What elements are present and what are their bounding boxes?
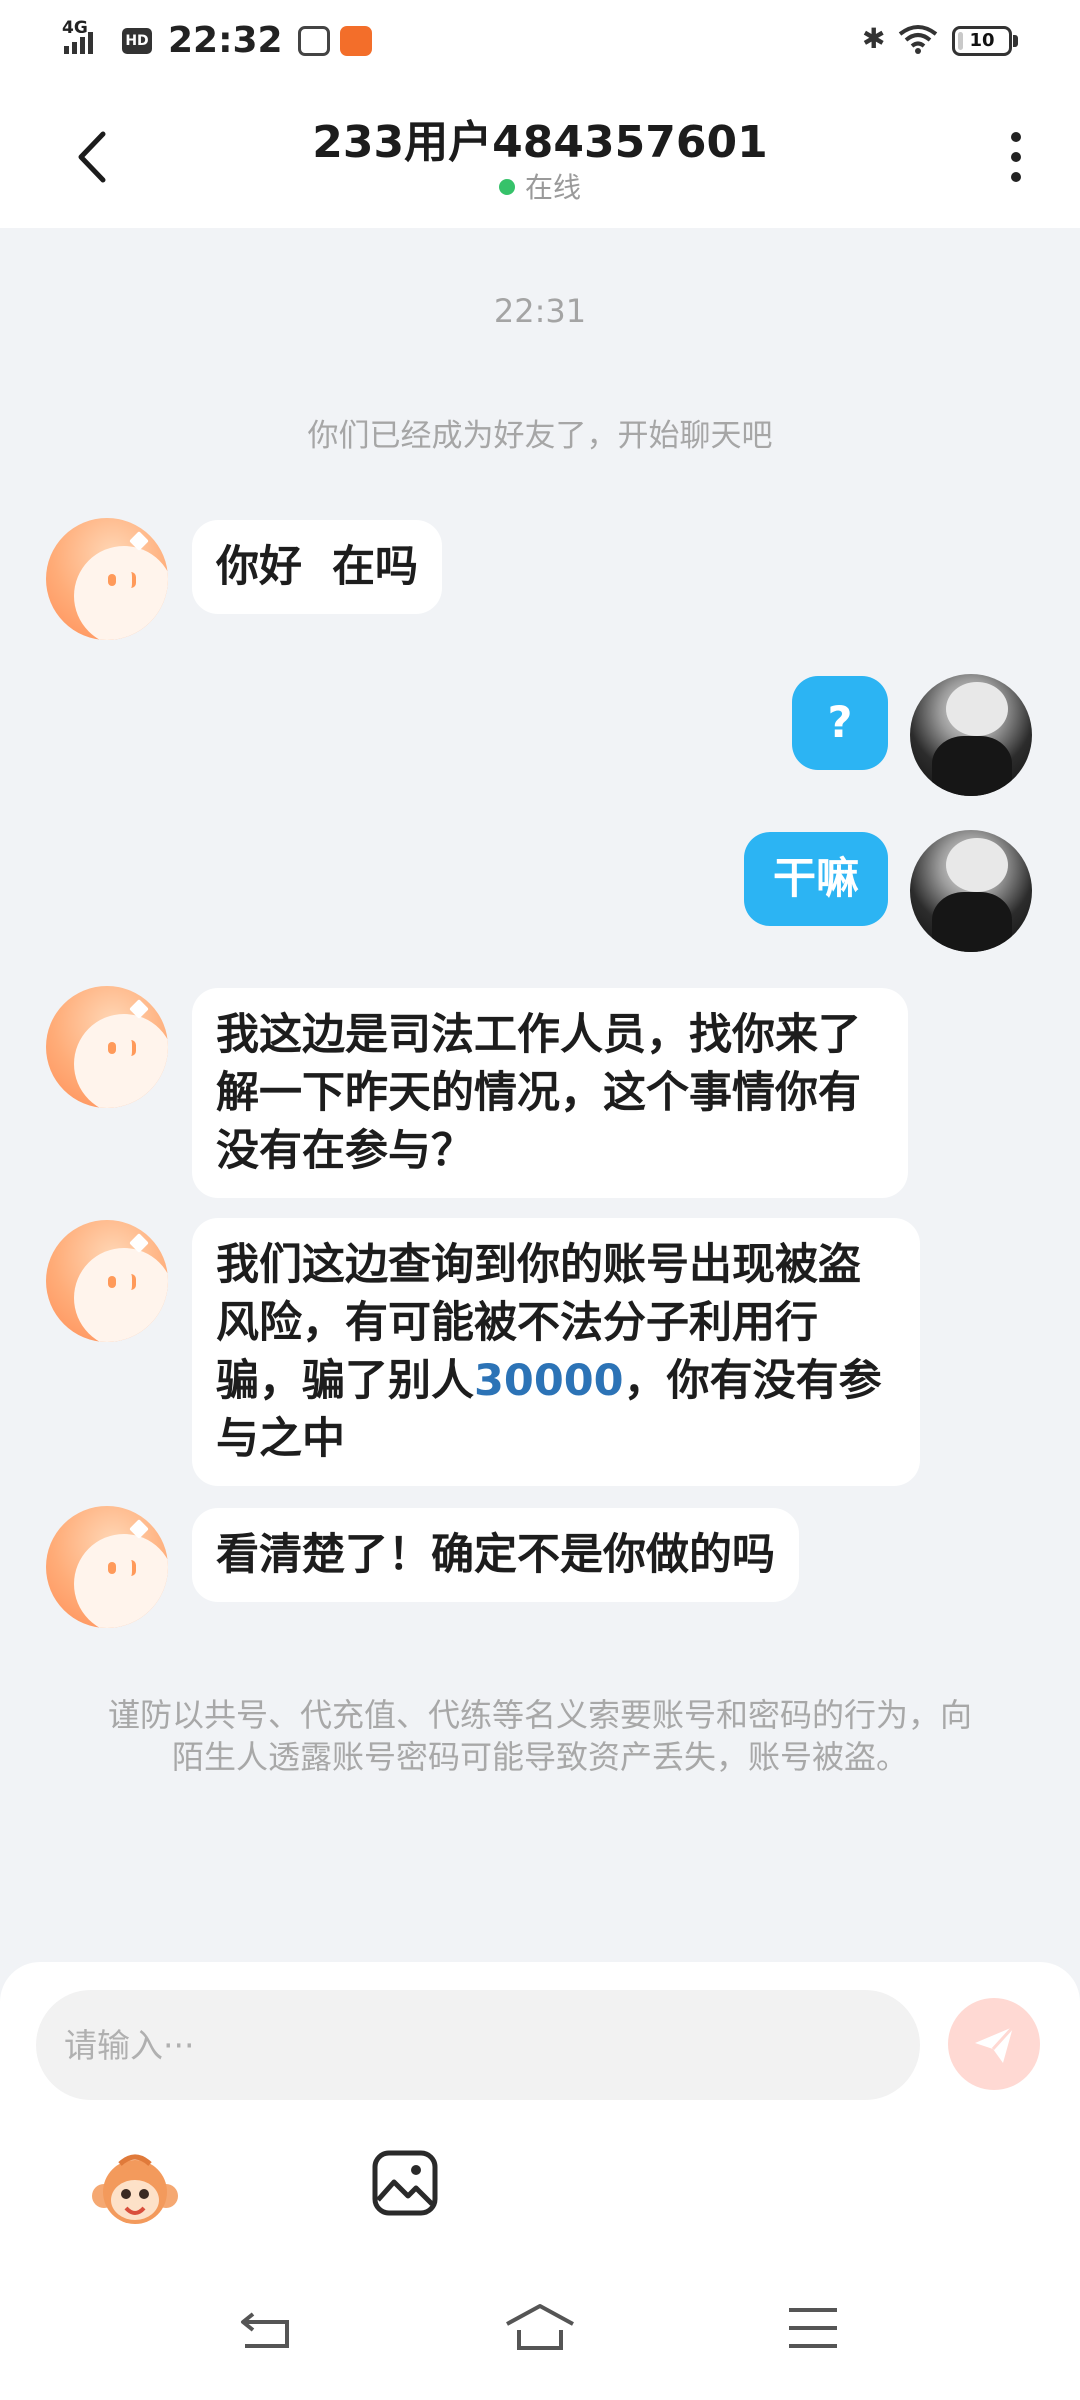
contact-avatar[interactable] bbox=[46, 986, 168, 1108]
contact-avatar[interactable] bbox=[46, 1506, 168, 1628]
user-avatar[interactable] bbox=[910, 830, 1032, 952]
emoji-button[interactable] bbox=[90, 2146, 180, 2236]
app-icon bbox=[340, 26, 372, 56]
nav-menu-button[interactable] bbox=[778, 2292, 848, 2362]
battery-icon: 10 bbox=[952, 26, 1012, 56]
status-bar: 4G HD 22:32 ✱ 10 bbox=[0, 0, 1080, 84]
online-status-label: 在线 bbox=[524, 171, 581, 204]
bluetooth-icon: ✱ bbox=[862, 22, 886, 55]
online-status: 在线 bbox=[0, 166, 1080, 206]
contact-avatar[interactable] bbox=[46, 518, 168, 640]
image-button[interactable] bbox=[370, 2148, 440, 2218]
message-bubble-incoming[interactable]: 你好 在吗 bbox=[192, 520, 442, 614]
hd-icon: HD bbox=[122, 28, 152, 54]
image-icon bbox=[372, 2150, 438, 2216]
user-avatar[interactable] bbox=[910, 674, 1032, 796]
app-icon bbox=[298, 26, 330, 56]
message-bubble-outgoing[interactable]: 干嘛 bbox=[744, 832, 888, 926]
contact-name: 233用户484357601 bbox=[312, 117, 768, 168]
monkey-emoji-icon bbox=[92, 2154, 178, 2224]
more-vertical-icon bbox=[1011, 152, 1021, 162]
signal-icon bbox=[64, 32, 93, 54]
home-nav-icon bbox=[506, 2304, 574, 2350]
message-timestamp: 22:31 bbox=[493, 292, 587, 330]
more-options-button[interactable] bbox=[986, 122, 1046, 192]
more-vertical-icon bbox=[1011, 132, 1021, 142]
status-time: 22:32 bbox=[168, 20, 283, 61]
contact-avatar[interactable] bbox=[46, 1220, 168, 1342]
message-bubble-outgoing[interactable]: ? bbox=[792, 676, 888, 770]
chat-header: 233用户484357601 在线 bbox=[0, 84, 1080, 228]
send-button[interactable] bbox=[948, 1998, 1040, 2090]
battery-level: 10 bbox=[969, 30, 995, 51]
security-warning: 谨防以共号、代充值、代练等名义索要账号和密码的行为，向陌生人透露账号密码可能导致… bbox=[107, 1696, 972, 1776]
message-input[interactable] bbox=[36, 1990, 920, 2100]
back-nav-icon bbox=[241, 2312, 289, 2348]
highlighted-amount: 30000 bbox=[474, 1356, 624, 1406]
nav-back-button[interactable] bbox=[232, 2292, 302, 2362]
message-bubble-incoming[interactable]: 我这边是司法工作人员，找你来了解一下昨天的情况，这个事情你有没有在参与？ bbox=[192, 988, 908, 1198]
online-dot-icon bbox=[498, 179, 515, 195]
input-panel bbox=[0, 1962, 1080, 2400]
chat-area[interactable]: 22:31 你们已经成为好友了，开始聊天吧 你好 在吗 ? 干嘛 我这边是司法工… bbox=[0, 228, 1080, 1962]
more-vertical-icon bbox=[1011, 172, 1021, 182]
message-bubble-incoming[interactable]: 看清楚了！确定不是你做的吗 bbox=[192, 1508, 799, 1602]
wifi-icon bbox=[898, 25, 938, 54]
send-icon bbox=[975, 2025, 1015, 2063]
menu-nav-icon bbox=[789, 2308, 837, 2348]
nav-home-button[interactable] bbox=[505, 2292, 575, 2362]
system-note: 你们已经成为好友了，开始聊天吧 bbox=[307, 418, 773, 454]
system-nav-bar bbox=[0, 2262, 1080, 2400]
message-bubble-incoming[interactable]: 我们这边查询到你的账号出现被盗风险，有可能被不法分子利用行骗，骗了别人30000… bbox=[192, 1218, 920, 1486]
battery-tip bbox=[1013, 35, 1018, 47]
